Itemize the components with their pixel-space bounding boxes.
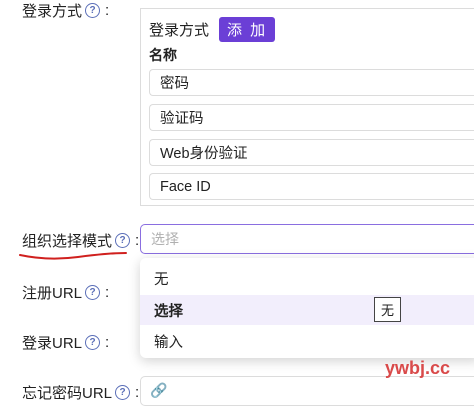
org-select-mode-label-text: 组织选择模式 bbox=[22, 233, 113, 250]
signup-url-label: 注册URL ? : bbox=[22, 282, 109, 303]
forget-url-input[interactable]: 🔗 bbox=[140, 376, 474, 406]
login-method-name: Web身份验证 bbox=[160, 146, 248, 162]
org-select-mode-select[interactable]: 选择 bbox=[140, 224, 474, 254]
org-select-mode-dropdown: 无 选择 输入 bbox=[140, 258, 474, 358]
option-label: 输入 bbox=[154, 334, 183, 351]
colon: : bbox=[105, 2, 110, 19]
signin-url-label: 登录URL ? : bbox=[22, 332, 109, 353]
help-icon[interactable]: ? bbox=[115, 233, 131, 248]
login-methods-label: 登录方式 ? : bbox=[22, 0, 109, 21]
login-method-name: Face ID bbox=[160, 178, 211, 195]
option-label: 选择 bbox=[154, 303, 183, 320]
red-underline-annotation bbox=[19, 252, 127, 260]
login-methods-panel: 登录方式 添 加 名称 密码 验证码 Web身份验证 Face ID bbox=[140, 8, 474, 206]
login-method-row[interactable]: Web身份验证 bbox=[149, 139, 474, 166]
org-select-mode-label: 组织选择模式 ? : bbox=[22, 230, 139, 251]
login-method-name: 密码 bbox=[160, 76, 189, 92]
dropdown-option-none[interactable]: 无 bbox=[140, 263, 474, 293]
login-methods-label-text: 登录方式 bbox=[22, 3, 83, 20]
dropdown-option-select[interactable]: 选择 bbox=[140, 295, 474, 325]
login-method-row[interactable]: 密码 bbox=[149, 69, 474, 96]
login-method-name: 验证码 bbox=[160, 111, 204, 127]
watermark: ywbj.cc bbox=[385, 358, 451, 378]
forget-url-label: 忘记密码URL ? : bbox=[22, 382, 139, 403]
colon: : bbox=[105, 334, 110, 351]
select-placeholder: 选择 bbox=[151, 231, 179, 247]
link-icon: 🔗 bbox=[150, 382, 168, 398]
help-icon[interactable]: ? bbox=[85, 285, 101, 300]
panel-title: 登录方式 bbox=[149, 22, 210, 39]
help-icon[interactable]: ? bbox=[85, 335, 101, 350]
signup-url-label-text: 注册URL bbox=[22, 285, 83, 302]
forget-url-label-text: 忘记密码URL bbox=[22, 385, 113, 402]
colon: : bbox=[135, 384, 140, 401]
tooltip: 无 bbox=[374, 297, 401, 322]
signin-url-label-text: 登录URL bbox=[22, 335, 83, 352]
help-icon[interactable]: ? bbox=[85, 3, 101, 18]
colon: : bbox=[135, 232, 140, 249]
option-label: 无 bbox=[154, 271, 169, 288]
dropdown-option-input[interactable]: 输入 bbox=[140, 326, 474, 356]
login-method-row[interactable]: Face ID bbox=[149, 173, 474, 200]
add-button[interactable]: 添 加 bbox=[219, 17, 276, 42]
column-header-name: 名称 bbox=[149, 47, 177, 63]
colon: : bbox=[105, 284, 110, 301]
panel-header: 登录方式 添 加 bbox=[149, 17, 276, 42]
login-method-row[interactable]: 验证码 bbox=[149, 104, 474, 131]
